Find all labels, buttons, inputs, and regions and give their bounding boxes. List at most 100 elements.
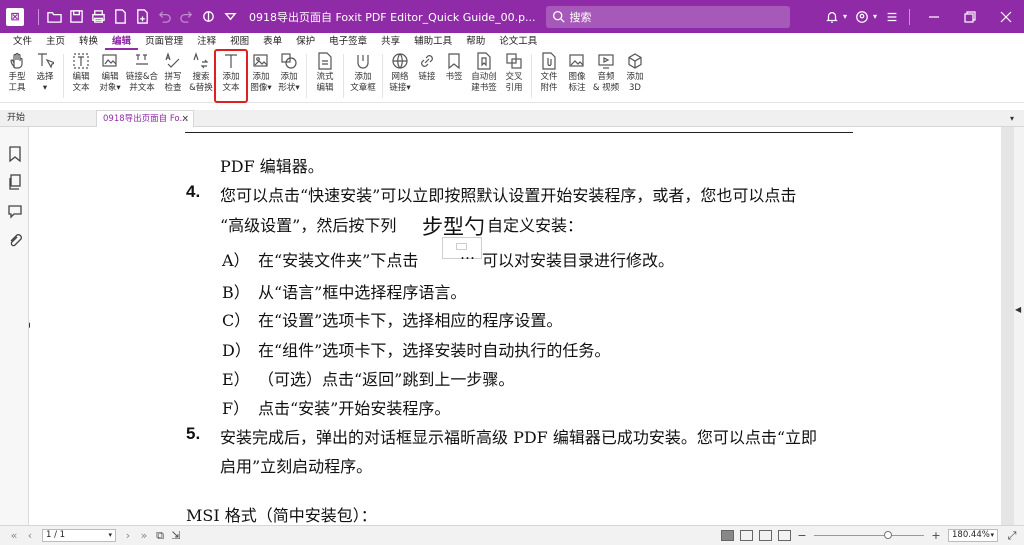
notification-bell-icon[interactable] [821, 6, 843, 28]
continuous-view-icon[interactable] [740, 530, 753, 541]
account-icon[interactable] [851, 6, 873, 28]
next-page-icon[interactable]: › [120, 529, 136, 542]
fullscreen-icon[interactable]: ⤢ [1004, 529, 1020, 543]
add-shape-label: 添加 形状▾ [278, 72, 300, 93]
bookmark-panel-icon[interactable] [7, 146, 23, 163]
open-folder-icon[interactable] [43, 6, 65, 28]
tab-edit[interactable]: 编辑 [105, 33, 139, 50]
comments-panel-icon[interactable] [7, 203, 23, 219]
page-thumbnail-icon[interactable]: ⧉ [152, 529, 168, 543]
tab-start[interactable]: 开始 [0, 110, 95, 127]
list-item-text: 可以对安装目录进行修改。 [482, 251, 675, 270]
expand-right-panel-icon[interactable]: ◀ [1015, 305, 1021, 314]
tab-home[interactable]: 主页 [39, 33, 72, 50]
web-link-label: 网络 链接▾ [389, 72, 411, 93]
tab-share[interactable]: 共享 [374, 33, 407, 50]
tab-help[interactable]: 帮助 [459, 33, 492, 50]
tab-accessibility[interactable]: 辅助工具 [407, 33, 459, 50]
edit-object-button[interactable]: 编辑 对象▾ [95, 50, 125, 102]
tab-protect[interactable]: 保护 [289, 33, 322, 50]
list-item-text: 从“语言”框中选择程序语言。 [258, 283, 467, 302]
image-mark-button[interactable]: 图像 标注 [563, 50, 591, 102]
zoom-in-icon[interactable]: + [928, 529, 944, 542]
pages-panel-icon[interactable] [7, 174, 23, 190]
tab-esign[interactable]: 电子签章 [322, 33, 374, 50]
cross-reference-button[interactable]: 交叉 引用 [500, 50, 528, 102]
list-item-text: （可选）点击“返回”跳到上一步骤。 [258, 370, 515, 389]
hand-tool-label: 手型 工具 [8, 72, 26, 93]
document-view: PDF 编辑器。 4. 您可以点击“快速安装”可以立即按照默认设置开始安装程序，… [30, 127, 1014, 525]
restore-icon[interactable] [952, 0, 988, 33]
image-mark-icon [569, 54, 584, 67]
hand-tool-button[interactable]: 手型 工具 [4, 50, 30, 102]
single-page-view-icon[interactable] [721, 530, 734, 541]
tab-view[interactable]: 视图 [223, 33, 256, 50]
divider [306, 54, 307, 98]
select-button[interactable]: 选择 ▾ [30, 50, 60, 102]
tab-document[interactable]: 0918导出页面自 Fo... × [96, 110, 194, 128]
attachments-panel-icon[interactable] [7, 233, 23, 249]
tab-convert[interactable]: 转换 [72, 33, 105, 50]
add-text-button[interactable]: 添加 文本 [214, 49, 248, 103]
close-icon[interactable] [988, 0, 1024, 33]
create-icon[interactable] [131, 6, 153, 28]
facing-view-icon[interactable] [759, 530, 772, 541]
add-shape-button[interactable]: 添加 形状▾ [275, 50, 303, 102]
window-title: 0918导出页面自 Foxit PDF Editor_Quick Guide_0… [249, 10, 536, 24]
print-icon[interactable] [87, 6, 109, 28]
redo-icon[interactable] [175, 6, 197, 28]
file-attachment-button[interactable]: 文件 附件 [535, 50, 563, 102]
save-icon[interactable] [65, 6, 87, 28]
foxit-logo-icon[interactable]: ⊠ [6, 7, 24, 26]
account-dropdown-icon[interactable]: ▾ [873, 12, 877, 21]
flow-edit-label: 流式 编辑 [316, 72, 334, 93]
search-input[interactable]: 搜索 [545, 5, 790, 28]
status-bar: « ‹ 1 / 1 ▾ › » ⧉ ⇲ − + 180.44% ▾ ⤢ [0, 525, 1024, 545]
tab-comment[interactable]: 注释 [190, 33, 223, 50]
bookmark-button[interactable]: 书签 [440, 50, 468, 102]
spellcheck-button[interactable]: 拼写 检查 [159, 50, 187, 102]
link-button[interactable]: 链接 [414, 50, 440, 102]
add-image-button[interactable]: 添加 图像▾ [247, 50, 275, 102]
search-replace-button[interactable]: 搜索 &替换 [187, 50, 215, 102]
tab-thesis-tools[interactable]: 论文工具 [492, 33, 544, 50]
zoom-slider-knob[interactable] [884, 531, 892, 539]
zoom-dropdown-icon[interactable]: ▾ [990, 530, 994, 541]
more-menu-icon[interactable] [881, 6, 903, 28]
add-textbox-button[interactable]: 添加 文章框 [347, 50, 379, 102]
document-tab-label: 0918导出页面自 Fo... [103, 114, 188, 124]
continuous-facing-view-icon[interactable] [778, 530, 791, 541]
prev-page-icon[interactable]: ‹ [22, 529, 38, 542]
page-number-input[interactable]: 1 / 1 ▾ [42, 529, 116, 542]
flow-edit-button[interactable]: 流式 编辑 [310, 50, 340, 102]
last-page-icon[interactable]: » [136, 529, 152, 542]
divider [63, 54, 64, 98]
add-text-icon [225, 54, 237, 68]
web-link-button[interactable]: 网络 链接▾ [386, 50, 414, 102]
add-image-label: 添加 图像▾ [250, 72, 272, 93]
add-3d-button[interactable]: 添加 3D [621, 50, 649, 102]
tab-file[interactable]: 文件 [6, 33, 39, 50]
rotate-page-icon[interactable]: ⇲ [168, 529, 184, 542]
close-tab-icon[interactable]: × [181, 111, 189, 128]
audio-video-button[interactable]: 音频 & 视频 [591, 50, 621, 102]
page-dropdown-icon[interactable]: ▾ [108, 530, 112, 541]
notification-dropdown-icon[interactable]: ▾ [843, 12, 847, 21]
edit-text-button[interactable]: 编辑 文本 [67, 50, 95, 102]
auto-bookmark-button[interactable]: 自动创 建书签 [468, 50, 500, 102]
tab-form[interactable]: 表单 [256, 33, 289, 50]
first-page-icon[interactable]: « [6, 529, 22, 542]
zoom-slider[interactable] [814, 531, 924, 539]
tab-list-dropdown-icon[interactable]: ▾ [1010, 110, 1014, 127]
customize-dropdown-icon[interactable] [219, 6, 241, 28]
undo-icon[interactable] [153, 6, 175, 28]
vertical-scrollbar[interactable] [1014, 127, 1024, 525]
new-doc-icon[interactable] [109, 6, 131, 28]
zoom-out-icon[interactable]: − [794, 529, 810, 542]
page-number-value: 1 / 1 [46, 530, 66, 540]
link-join-text-button[interactable]: 链接&合 并文本 [125, 50, 159, 102]
minimize-icon[interactable] [916, 0, 952, 33]
tab-organize[interactable]: 页面管理 [138, 33, 190, 50]
tool-select-icon[interactable] [197, 6, 219, 28]
zoom-level-input[interactable]: 180.44% ▾ [948, 529, 998, 542]
